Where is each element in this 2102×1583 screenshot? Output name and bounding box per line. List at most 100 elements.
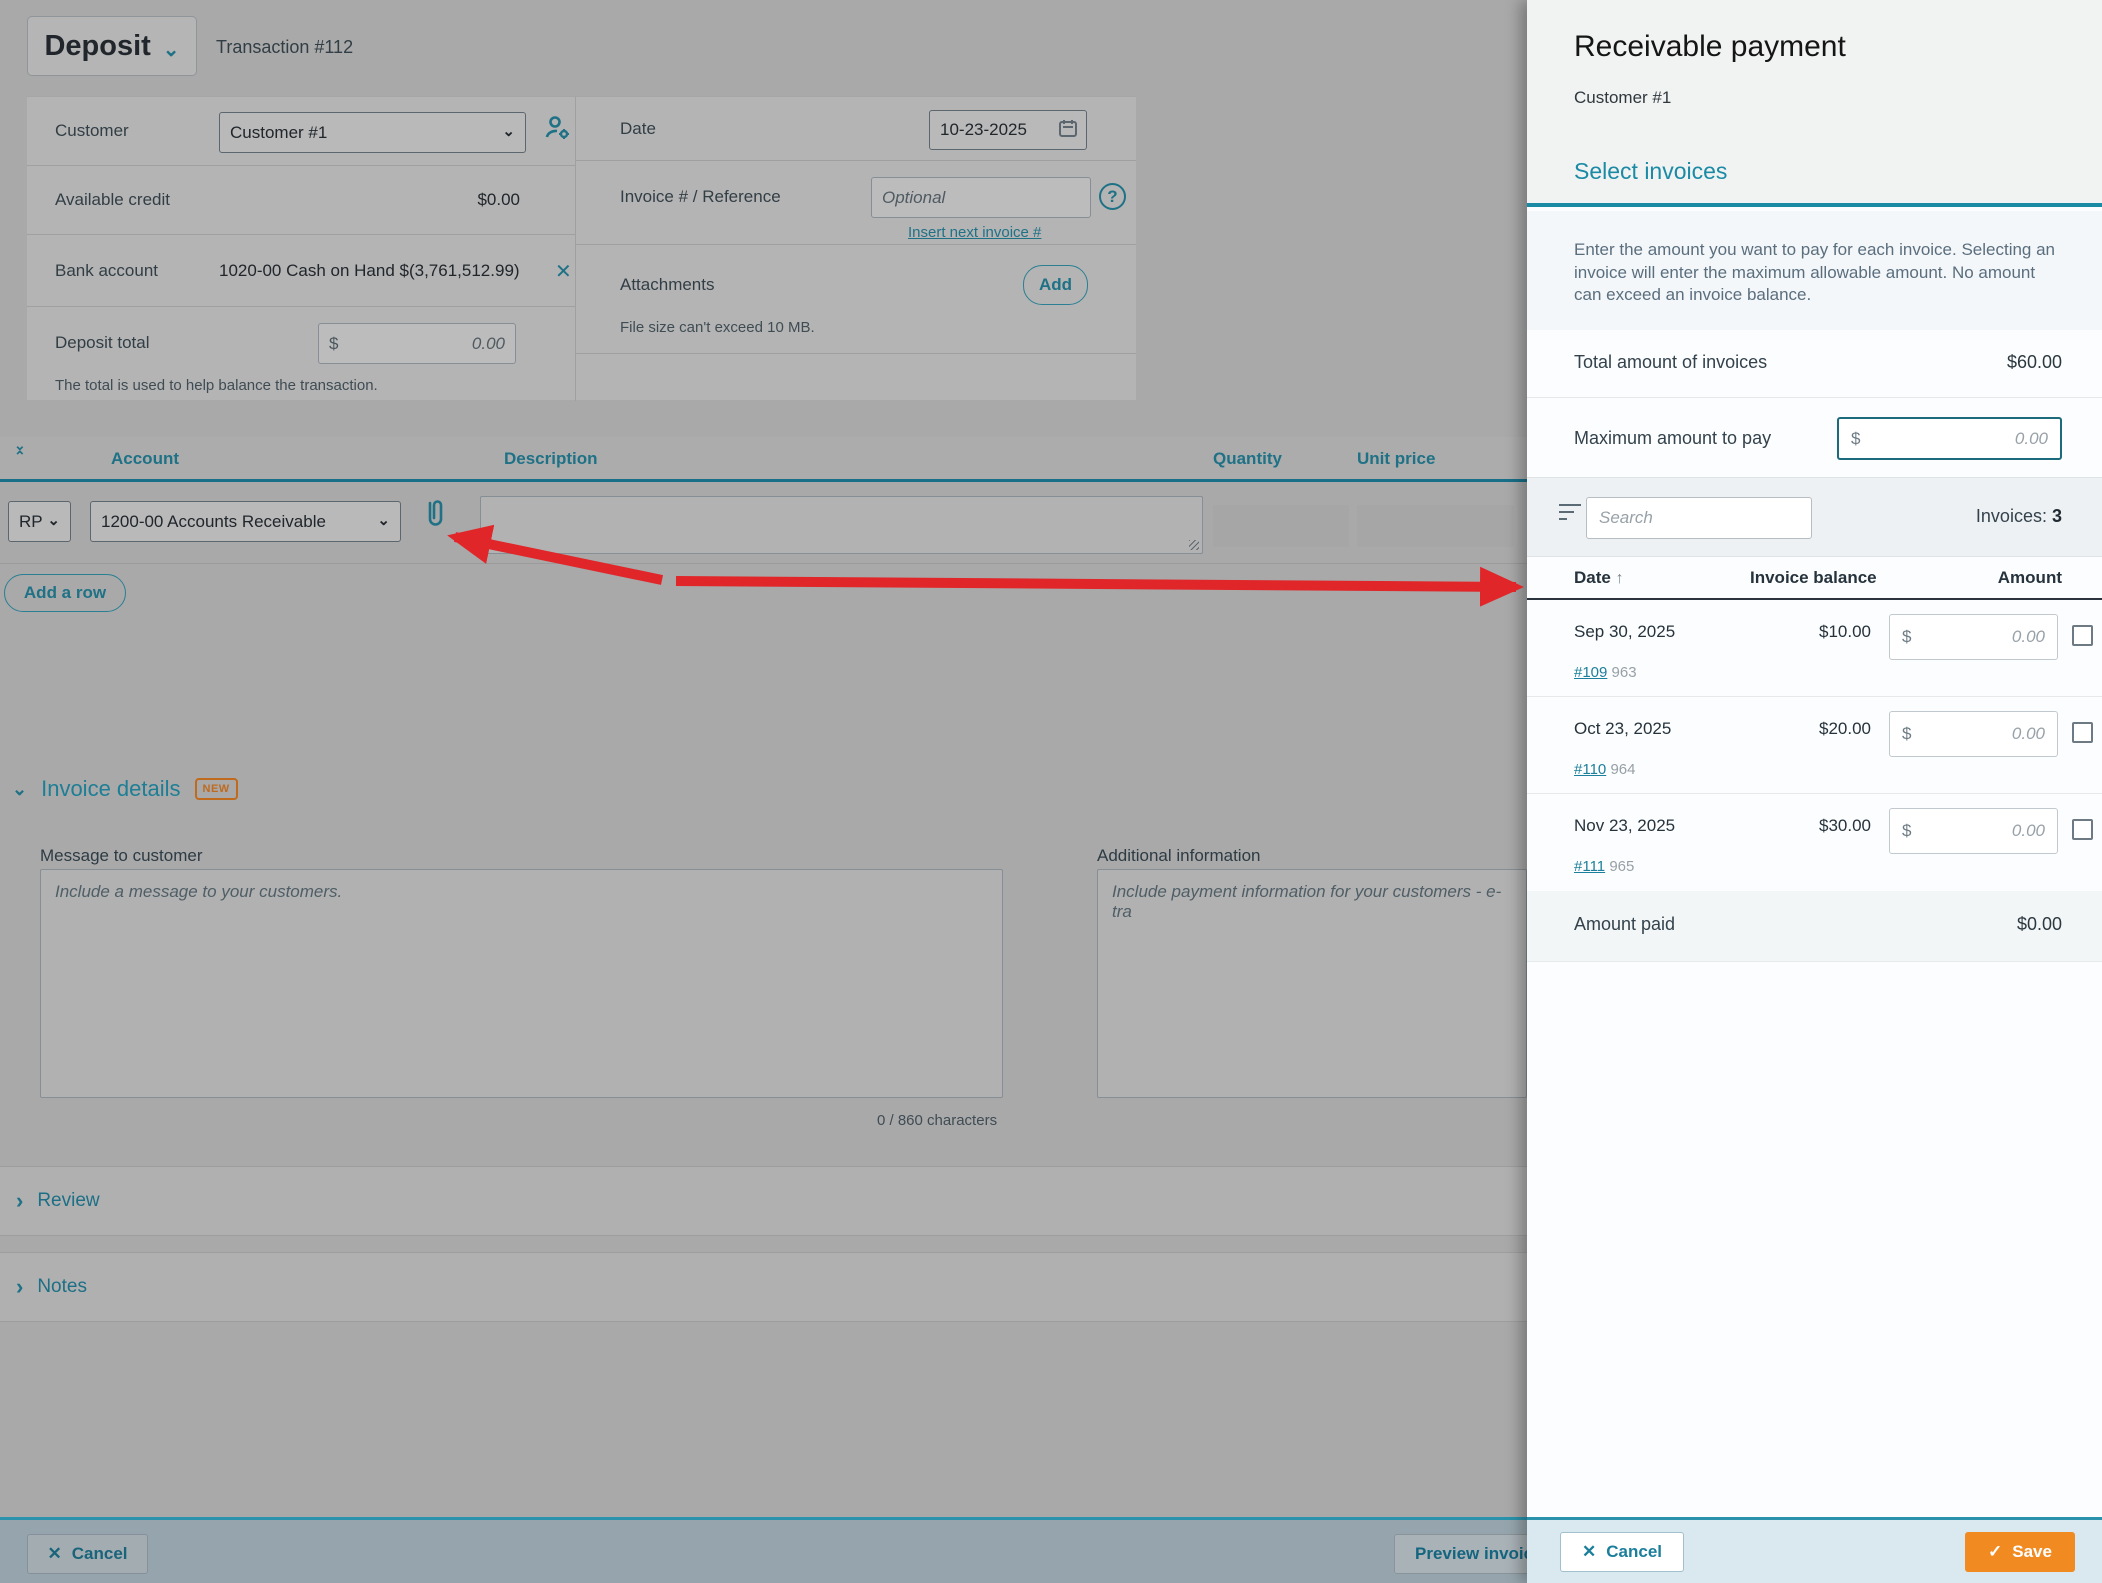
notes-section-header[interactable]: › Notes — [0, 1252, 1527, 1322]
invoice-balance: $30.00 — [1819, 816, 1871, 836]
transaction-type-dropdown[interactable]: Deposit ⌄ — [27, 16, 197, 76]
clear-bank-account-icon[interactable]: ✕ — [555, 259, 572, 284]
form-left-column: Customer Customer #1 ⌄ Available credit … — [27, 97, 575, 401]
search-band: Invoices: 3 — [1527, 477, 2102, 557]
date-field[interactable]: 10-23-2025 — [929, 110, 1087, 150]
paperclip-icon[interactable] — [422, 497, 448, 536]
currency-prefix: $ — [1851, 429, 1860, 449]
help-icon[interactable]: ? — [1099, 183, 1126, 210]
resize-handle[interactable] — [1189, 540, 1199, 550]
invoice-table-header: Date ↑ Invoice balance Amount — [1527, 560, 2102, 600]
add-attachment-button[interactable]: Add — [1023, 265, 1088, 305]
invoice-amount-input[interactable] — [1911, 627, 2045, 647]
column-header-invoice-balance: Invoice balance — [1750, 568, 1877, 588]
invoice-details-header[interactable]: ⌄ Invoice details NEW — [12, 776, 238, 802]
description-textarea[interactable] — [480, 496, 1203, 554]
search-input[interactable] — [1586, 497, 1812, 539]
customer-select[interactable]: Customer #1 ⌄ — [219, 112, 526, 153]
calendar-icon[interactable] — [1058, 118, 1078, 143]
invoice-date: Nov 23, 2025 — [1574, 816, 1675, 836]
additional-information-label: Additional information — [1097, 846, 1260, 866]
attachments-row: Attachments Add File size can't exceed 1… — [576, 245, 1136, 354]
panel-cancel-button[interactable]: ✕ Cancel — [1560, 1532, 1684, 1572]
cancel-button[interactable]: ✕ Cancel — [27, 1534, 148, 1574]
bank-account-row: Bank account 1020-00 Cash on Hand $(3,76… — [27, 235, 575, 307]
customer-settings-icon[interactable] — [542, 113, 572, 148]
additional-information-textarea[interactable] — [1097, 869, 1527, 1098]
invoice-number: #110 964 — [1574, 761, 1635, 778]
invoice-number-suffix: 963 — [1612, 664, 1637, 681]
deposit-total-label: Deposit total — [55, 333, 150, 353]
filter-icon[interactable] — [1559, 504, 1581, 522]
insert-next-invoice-link[interactable]: Insert next invoice # — [908, 224, 1041, 241]
check-icon: ✓ — [1988, 1542, 2002, 1562]
customer-label: Customer — [55, 121, 129, 141]
customer-select-value: Customer #1 — [220, 123, 502, 143]
deposit-total-input[interactable] — [338, 334, 505, 354]
character-count: 0 / 860 characters — [877, 1112, 997, 1129]
invoice-reference-row: Invoice # / Reference ? Insert next invo… — [576, 161, 1136, 245]
sort-ascending-icon: ↑ — [1616, 570, 1624, 587]
save-button[interactable]: ✓ Save — [1965, 1532, 2075, 1572]
save-label: Save — [2012, 1542, 2052, 1562]
available-credit-value: $0.00 — [477, 190, 520, 210]
unit-price-input-disabled — [1357, 505, 1514, 547]
account-select-value: 1200-00 Accounts Receivable — [91, 512, 377, 532]
available-credit-row: Available credit $0.00 — [27, 166, 575, 235]
new-badge: NEW — [195, 778, 238, 800]
deposit-total-row: Deposit total $ The total is used to hel… — [27, 307, 575, 401]
row-type-value: RP — [9, 512, 47, 532]
invoice-checkbox[interactable] — [2072, 819, 2093, 840]
currency-prefix: $ — [1902, 627, 1911, 647]
chevron-down-icon: ⌄ — [502, 122, 525, 144]
column-header-unit-price: Unit price — [1357, 449, 1435, 469]
maximum-amount-field[interactable]: $ — [1837, 417, 2062, 460]
add-row-button[interactable]: Add a row — [4, 574, 126, 612]
invoice-amount-input[interactable] — [1911, 724, 2045, 744]
invoices-count: Invoices: 3 — [1976, 506, 2062, 527]
quantity-input-disabled — [1213, 505, 1349, 547]
panel-cancel-label: Cancel — [1606, 1542, 1662, 1562]
invoice-balance: $10.00 — [1819, 622, 1871, 642]
panel-title: Receivable payment — [1574, 30, 1846, 64]
invoice-amount-field[interactable]: $ — [1889, 711, 2058, 757]
invoice-row: Nov 23, 2025 $30.00 $ #111 965 — [1527, 794, 2102, 891]
invoice-balance: $20.00 — [1819, 719, 1871, 739]
maximum-amount-label: Maximum amount to pay — [1574, 428, 1771, 449]
row-type-select[interactable]: RP ⌄ — [8, 501, 71, 542]
cancel-label: Cancel — [72, 1544, 128, 1564]
message-to-customer-textarea[interactable] — [40, 869, 1003, 1098]
currency-prefix: $ — [1902, 821, 1911, 841]
invoice-reference-input[interactable] — [882, 188, 1080, 208]
transaction-number: Transaction #112 — [216, 37, 353, 58]
invoice-amount-field[interactable]: $ — [1889, 808, 2058, 854]
invoice-checkbox[interactable] — [2072, 625, 2093, 646]
invoice-number-link[interactable]: #111 — [1574, 858, 1605, 875]
amount-paid-label: Amount paid — [1574, 914, 1675, 935]
invoice-amount-input[interactable] — [1911, 821, 2045, 841]
invoice-reference-label: Invoice # / Reference — [620, 187, 781, 207]
chevron-down-icon: ⌄ — [163, 37, 180, 62]
invoice-date: Sep 30, 2025 — [1574, 622, 1675, 642]
tab-select-invoices[interactable]: Select invoices — [1574, 158, 1727, 185]
invoice-amount-field[interactable]: $ — [1889, 614, 2058, 660]
maximum-amount-input[interactable] — [1860, 429, 2048, 449]
review-section-header[interactable]: › Review — [0, 1166, 1527, 1236]
chevron-down-icon: ⌄ — [12, 779, 27, 800]
invoice-number-link[interactable]: #109 — [1574, 664, 1607, 681]
collapse-rows-icon[interactable]: ⌄ ⌃ — [14, 440, 26, 462]
invoice-reference-field[interactable] — [871, 177, 1091, 218]
line-item-row: RP ⌄ 1200-00 Accounts Receivable ⌄ — [0, 485, 1527, 564]
deposit-total-field[interactable]: $ — [318, 323, 516, 364]
invoice-details-title: Invoice details — [41, 776, 180, 802]
column-header-date[interactable]: Date ↑ — [1574, 568, 1624, 588]
account-select[interactable]: 1200-00 Accounts Receivable ⌄ — [90, 501, 401, 542]
currency-prefix: $ — [329, 334, 338, 354]
panel-header: Receivable payment Customer #1 Select in… — [1527, 0, 2102, 207]
invoice-number-link[interactable]: #110 — [1574, 761, 1606, 778]
date-row: Date 10-23-2025 — [576, 97, 1136, 161]
line-items-header: ⌄ ⌃ Account Description Quantity Unit pr… — [0, 437, 1527, 482]
receivable-payment-panel: Receivable payment Customer #1 Select in… — [1527, 0, 2102, 1583]
invoice-row: Sep 30, 2025 $10.00 $ #109 963 — [1527, 600, 2102, 697]
invoice-checkbox[interactable] — [2072, 722, 2093, 743]
